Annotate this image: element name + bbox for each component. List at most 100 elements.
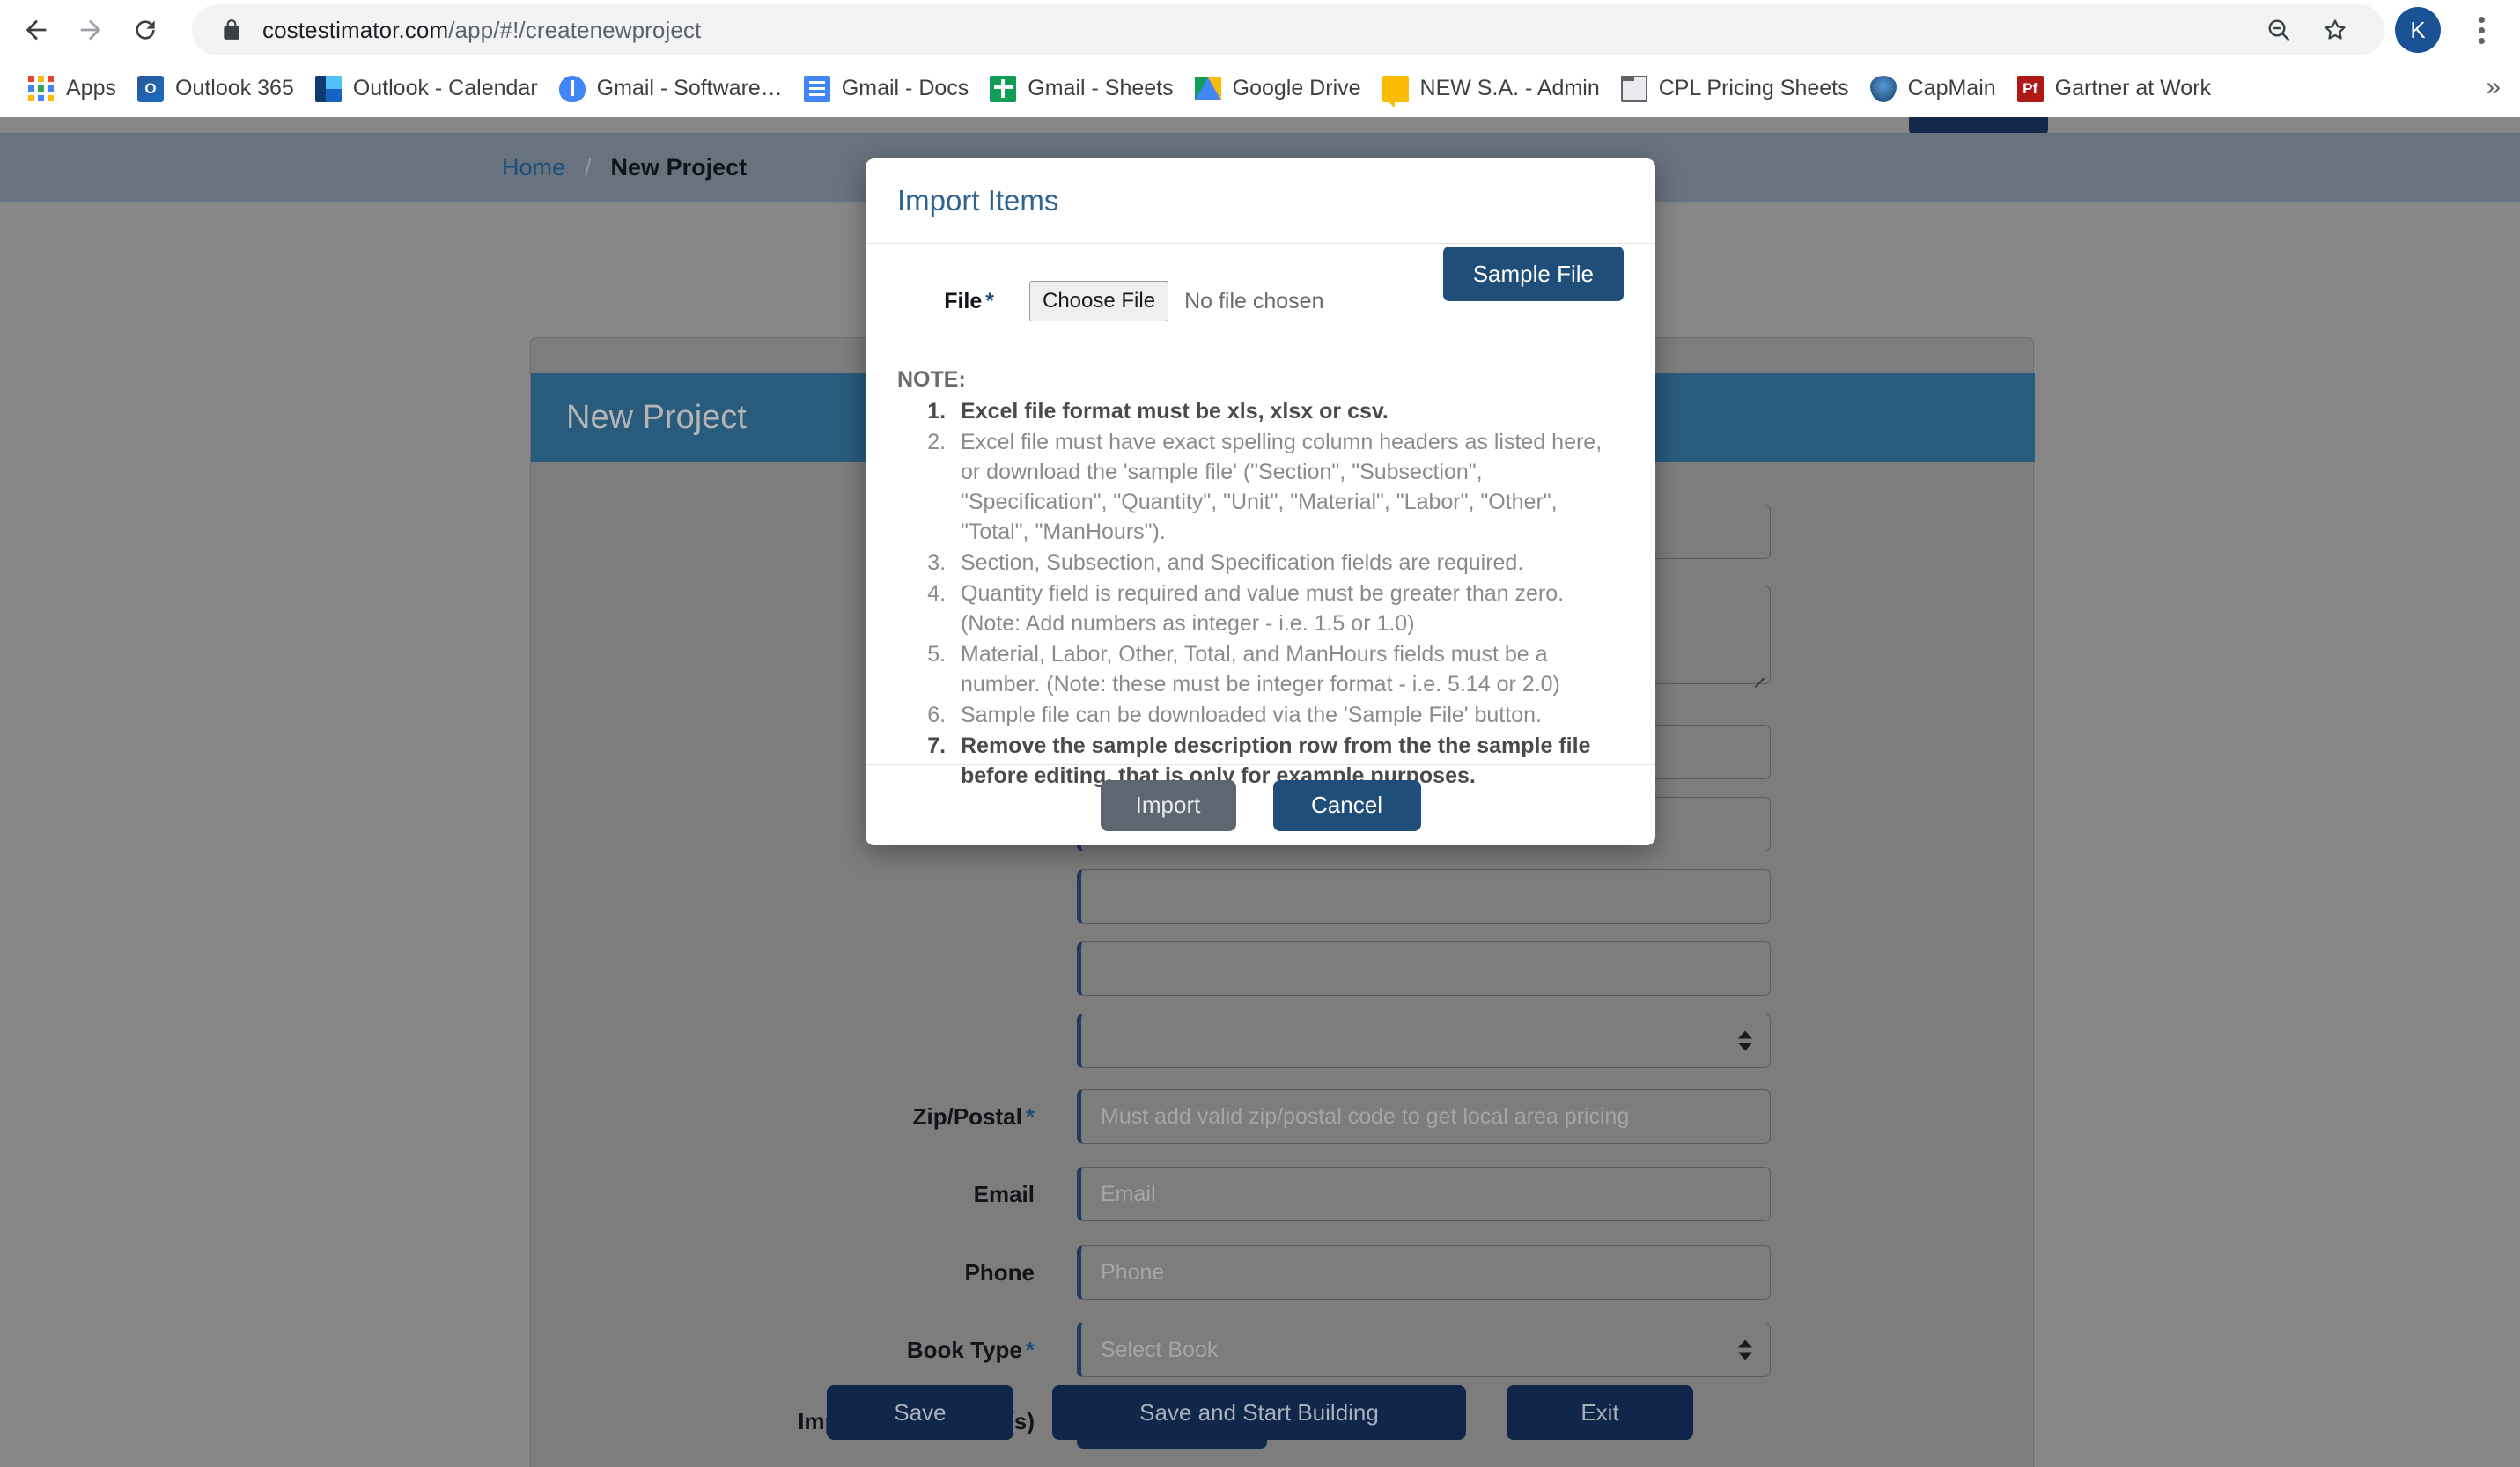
bookmark-cpl-pricing-sheets[interactable]: CPL Pricing Sheets bbox=[1610, 68, 1860, 110]
book-type-label-text: Book Type bbox=[906, 1336, 1022, 1363]
required-marker: * bbox=[1025, 1102, 1035, 1130]
bookmark-gartner-at-work[interactable]: Pf Gartner at Work bbox=[2007, 68, 2222, 110]
kebab-menu-icon[interactable] bbox=[2458, 7, 2504, 53]
file-label: File * bbox=[897, 289, 994, 314]
breadcrumb-separator: / bbox=[585, 153, 592, 181]
list-item: Material, Labor, Other, Total, and ManHo… bbox=[952, 639, 1624, 699]
list-item: Excel file format must be xls, xlsx or c… bbox=[952, 396, 1624, 426]
bookmark-gmail-docs[interactable]: Gmail - Docs bbox=[793, 68, 979, 110]
form-row-book-type: Book Type * Select Book bbox=[531, 1323, 2035, 1377]
form-row-zip: Zip/Postal * Must add valid zip/postal co… bbox=[531, 1089, 2035, 1144]
email-field[interactable]: Email bbox=[1077, 1167, 1771, 1221]
list-item: Sample file can be downloaded via the 'S… bbox=[952, 700, 1624, 730]
form-row-obscured-7 bbox=[531, 1014, 2035, 1068]
choose-file-button[interactable]: Choose File bbox=[1029, 281, 1169, 321]
bookmark-gmail-sheets[interactable]: Gmail - Sheets bbox=[979, 68, 1183, 110]
bookmark-label: Outlook 365 bbox=[174, 76, 294, 100]
bookmark-label: Gmail - Software… bbox=[596, 76, 783, 100]
bookmark-gmail-software[interactable]: Gmail - Software… bbox=[549, 68, 793, 110]
bookmark-apps[interactable]: Apps bbox=[18, 68, 127, 110]
form-row-phone: Phone Phone bbox=[531, 1245, 2035, 1300]
book-type-select[interactable]: Select Book bbox=[1077, 1323, 1771, 1377]
sample-file-button[interactable]: Sample File bbox=[1442, 247, 1624, 301]
import-button[interactable]: Import bbox=[1100, 779, 1236, 831]
bookmarks-overflow-icon[interactable]: » bbox=[2486, 72, 2501, 102]
omnibox-actions bbox=[2251, 4, 2384, 55]
avatar-initial: K bbox=[2410, 16, 2426, 43]
list-item: Excel file must have exact spelling colu… bbox=[952, 427, 1624, 547]
zip-label: Zip/Postal * bbox=[531, 1103, 1077, 1131]
phone-field[interactable]: Phone bbox=[1077, 1245, 1771, 1300]
shield-icon bbox=[1869, 75, 1897, 102]
breadcrumb: Home / New Project bbox=[502, 154, 747, 181]
forward-arrow-icon[interactable] bbox=[63, 3, 118, 57]
star-icon[interactable] bbox=[2307, 4, 2363, 55]
resize-grip-icon[interactable] bbox=[1750, 665, 1766, 681]
bookmark-new-sa-admin[interactable]: NEW S.A. - Admin bbox=[1372, 68, 1610, 110]
email-label: Email bbox=[973, 1180, 1035, 1207]
avatar[interactable]: K bbox=[2395, 7, 2441, 53]
bookmark-label: Google Drive bbox=[1232, 76, 1361, 100]
back-arrow-icon[interactable] bbox=[9, 3, 63, 57]
file-label-text: File bbox=[944, 288, 983, 313]
bookmark-outlook-365[interactable]: O Outlook 365 bbox=[127, 68, 305, 110]
cancel-button[interactable]: Cancel bbox=[1272, 779, 1421, 831]
url-domain: costestimator.com bbox=[262, 16, 449, 43]
form-actions: Save Save and Start Building Exit bbox=[0, 1385, 2520, 1440]
bookmark-label: CPL Pricing Sheets bbox=[1658, 76, 1849, 100]
address-bar[interactable]: costestimator.com/app/#!/createnewprojec… bbox=[192, 4, 2384, 55]
zip-placeholder: Must add valid zip/postal code to get lo… bbox=[1101, 1103, 1630, 1129]
bookmark-label: CapMain bbox=[1907, 76, 1996, 100]
google-sheets-icon bbox=[990, 75, 1017, 102]
zoom-out-icon[interactable] bbox=[2251, 4, 2307, 55]
text-input-obscured-5[interactable] bbox=[1077, 941, 1771, 996]
required-marker: * bbox=[1025, 1336, 1035, 1363]
chevron-updown-icon bbox=[1738, 1030, 1752, 1051]
zip-input[interactable]: Must add valid zip/postal code to get lo… bbox=[1077, 1089, 1771, 1144]
save-and-start-building-button[interactable]: Save and Start Building bbox=[1052, 1385, 1466, 1440]
bookmark-label: Gartner at Work bbox=[2054, 76, 2212, 100]
bookmark-capmain[interactable]: CapMain bbox=[1860, 68, 2007, 110]
apps-grid-icon bbox=[28, 75, 55, 102]
browser-toolbar: costestimator.com/app/#!/createnewprojec… bbox=[0, 0, 2520, 60]
url-path: /app/#!/createnewproject bbox=[448, 16, 702, 43]
text-input-obscured-4[interactable] bbox=[1077, 869, 1771, 924]
modal-footer: Import Cancel bbox=[866, 764, 1655, 845]
browser-chrome: costestimator.com/app/#!/createnewprojec… bbox=[0, 0, 2520, 117]
bookmark-outlook-calendar[interactable]: Outlook - Calendar bbox=[305, 68, 549, 110]
required-marker: * bbox=[985, 288, 994, 313]
reload-icon[interactable] bbox=[118, 3, 173, 57]
note-list: Excel file format must be xls, xlsx or c… bbox=[952, 396, 1624, 791]
outlook-calendar-icon bbox=[314, 75, 342, 102]
email-placeholder: Email bbox=[1101, 1181, 1156, 1206]
exit-button[interactable]: Exit bbox=[1507, 1385, 1693, 1440]
gmail-software-icon bbox=[558, 75, 586, 102]
bookmarks-bar: Apps O Outlook 365 Outlook - Calendar Gm… bbox=[0, 60, 2520, 117]
save-button[interactable]: Save bbox=[827, 1385, 1013, 1440]
book-type-value: Select Book bbox=[1101, 1337, 1219, 1362]
modal-title: Import Items bbox=[897, 184, 1059, 217]
form-row-obscured-6 bbox=[531, 941, 2035, 996]
lock-icon bbox=[220, 18, 243, 41]
bookmark-label: Gmail - Docs bbox=[841, 76, 969, 100]
list-item: Section, Subsection, and Specification f… bbox=[952, 548, 1624, 578]
phone-label: Phone bbox=[964, 1258, 1035, 1286]
powerpoint-icon: Pf bbox=[2016, 75, 2044, 102]
sticky-note-icon bbox=[1382, 75, 1409, 108]
outlook-icon: O bbox=[136, 75, 164, 102]
bookmark-label: NEW S.A. - Admin bbox=[1419, 76, 1600, 100]
folder-icon bbox=[1620, 75, 1647, 102]
chevron-updown-icon bbox=[1738, 1339, 1752, 1360]
no-file-chosen-text: No file chosen bbox=[1184, 288, 1324, 313]
form-row-email: Email Email bbox=[531, 1167, 2035, 1221]
bookmark-google-drive[interactable]: Google Drive bbox=[1184, 68, 1372, 110]
select-obscured[interactable] bbox=[1077, 1014, 1771, 1068]
modal-header: Import Items bbox=[866, 158, 1655, 244]
breadcrumb-home-link[interactable]: Home bbox=[502, 154, 565, 181]
bookmark-label: Apps bbox=[66, 76, 116, 100]
google-docs-icon bbox=[803, 75, 830, 102]
bookmark-label: Outlook - Calendar bbox=[352, 76, 538, 100]
book-type-label: Book Type * bbox=[531, 1337, 1077, 1364]
list-item: Quantity field is required and value mus… bbox=[952, 579, 1624, 638]
page-title: New Project bbox=[566, 399, 747, 436]
